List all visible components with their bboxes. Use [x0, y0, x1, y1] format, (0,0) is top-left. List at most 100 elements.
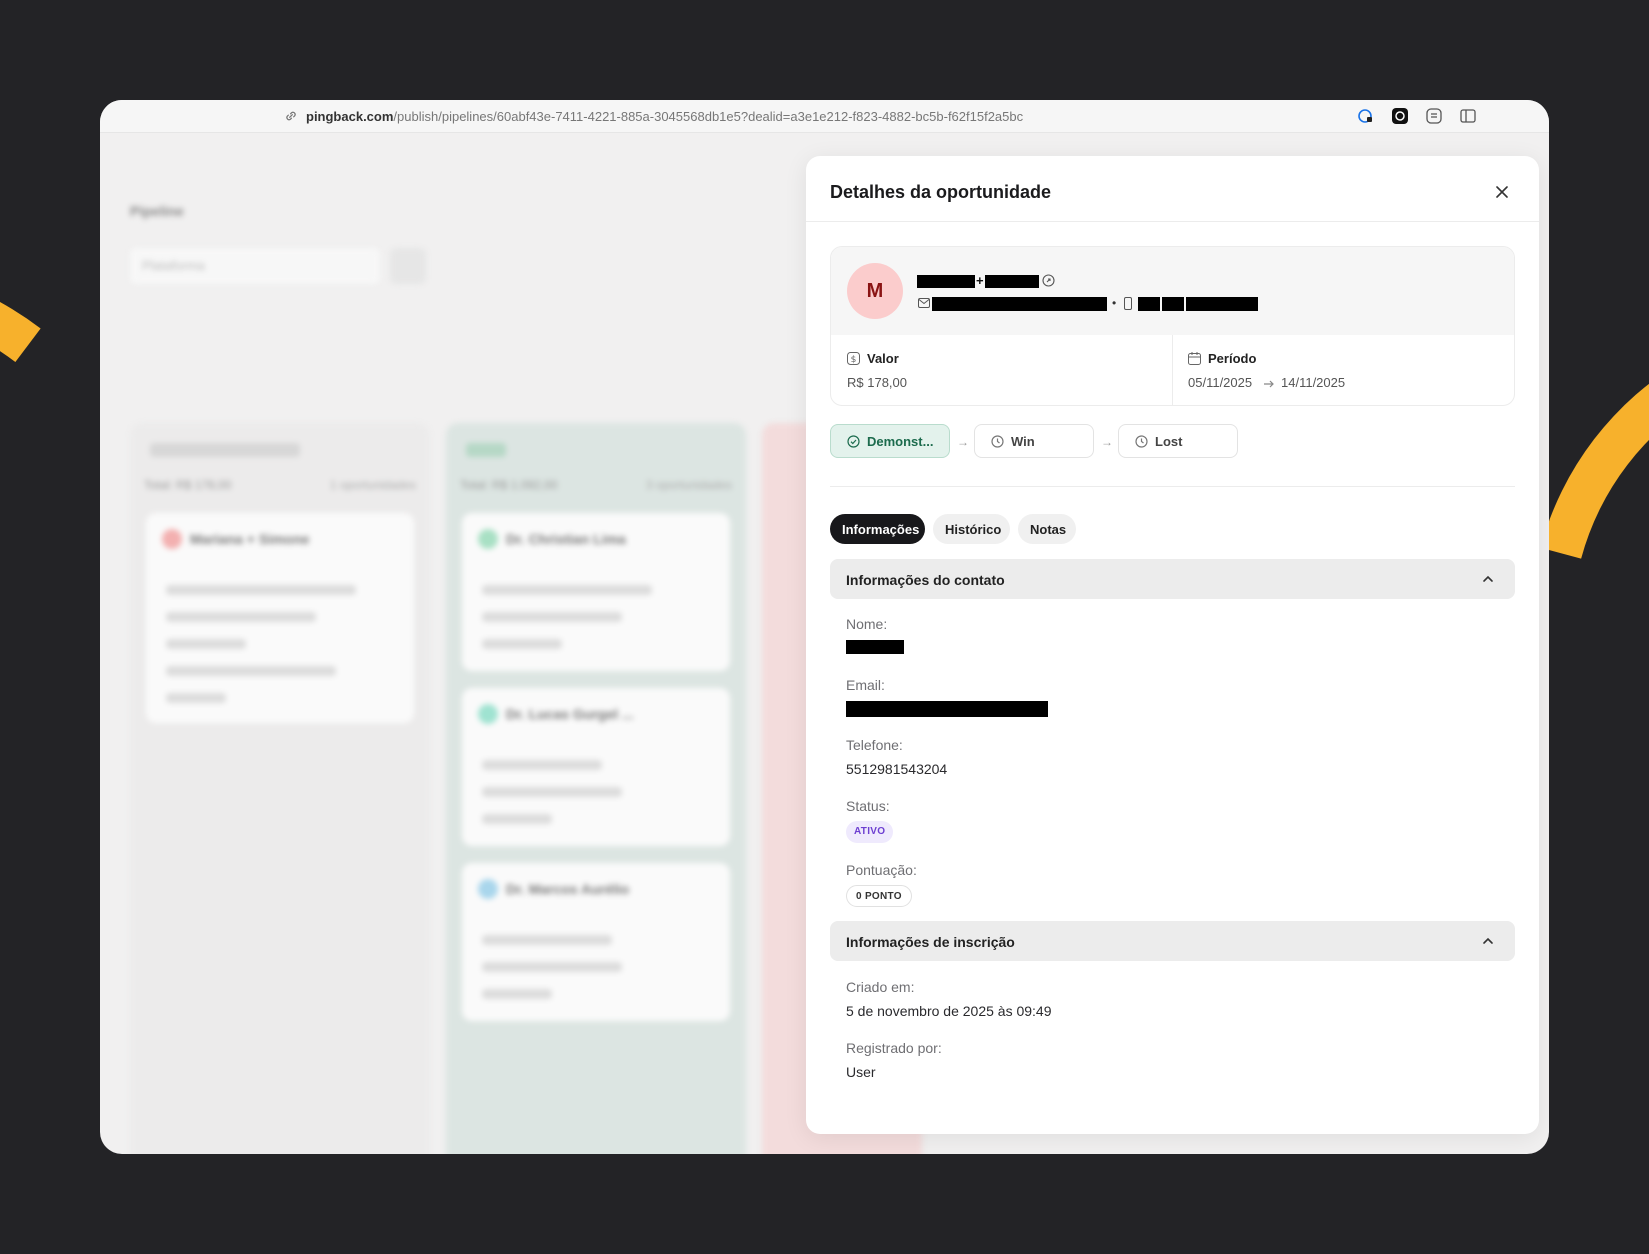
shield-lock-icon[interactable]: [1358, 108, 1374, 124]
criado-value: 5 de novembro de 2025 às 09:49: [846, 1003, 1052, 1019]
stage-win[interactable]: Win: [974, 424, 1094, 458]
section-contact-header[interactable]: Informações do contato: [830, 559, 1515, 599]
criado-label: Criado em:: [846, 979, 915, 995]
telefone-value: 5512981543204: [846, 761, 948, 777]
avatar: [478, 879, 498, 899]
valor-label: Valor: [867, 351, 899, 366]
deal-name: Dr. Christian Lima: [506, 531, 626, 547]
section-title: Informações do contato: [846, 572, 1005, 588]
kanban-column: Total: R$ 178,00 1 oportunidades Mariana…: [130, 423, 430, 1154]
card-line: [166, 639, 246, 649]
status-badge: ATIVO: [846, 821, 894, 843]
card-line: [482, 814, 552, 824]
address-bar[interactable]: pingback.com/publish/pipelines/60abf43e-…: [100, 100, 1549, 133]
card-line: [482, 935, 612, 945]
card-line: [482, 612, 622, 622]
tab-historico[interactable]: Histórico: [933, 514, 1010, 544]
stage-lost[interactable]: Lost: [1118, 424, 1238, 458]
deal-name: Mariana + Simone: [190, 531, 310, 547]
deal-name: Dr. Marcos Aurélio: [506, 881, 630, 897]
valor-value: R$ 178,00: [847, 375, 907, 390]
stage-label: Demonst...: [867, 434, 934, 449]
redacted-phone: [1162, 297, 1184, 311]
divider: [1172, 335, 1173, 405]
redacted-email: [932, 297, 1107, 311]
stage-label: Lost: [1155, 434, 1183, 449]
deal-name: Dr. Lucas Gurgel ...: [506, 706, 634, 722]
card-line: [166, 666, 336, 676]
brand-icon[interactable]: [1392, 108, 1408, 124]
close-icon: [1496, 186, 1508, 198]
column-count: 3 oportunidades: [645, 478, 732, 492]
menu-icon[interactable]: [1426, 108, 1442, 124]
section-inscricao-header[interactable]: Informações de inscrição: [830, 921, 1515, 961]
chevron-up-icon: [1483, 575, 1493, 582]
telefone-label: Telefone:: [846, 737, 903, 753]
panel-title: Detalhes da oportunidade: [830, 182, 1052, 202]
external-link-icon[interactable]: [1042, 274, 1055, 287]
registrado-label: Registrado por:: [846, 1040, 942, 1056]
deal-card[interactable]: Dr. Lucas Gurgel ...: [462, 688, 730, 846]
redacted-nome: [846, 640, 904, 654]
calendar-icon: [1188, 352, 1201, 365]
deal-card[interactable]: Dr. Christian Lima: [462, 513, 730, 671]
card-line: [482, 787, 622, 797]
column-header: [150, 443, 300, 457]
redacted-phone: [1186, 297, 1258, 311]
card-line: [482, 962, 622, 972]
redacted-name: [985, 275, 1039, 288]
contact-card: M + • $ Valor R$ 178,00 Período 05/11/20…: [830, 246, 1515, 406]
stage-label: Win: [1011, 434, 1035, 449]
clock-icon: [1135, 435, 1148, 448]
periodo-start: 05/11/2025: [1188, 375, 1253, 390]
deal-summary: $ Valor R$ 178,00 Período 05/11/2025 14/…: [831, 335, 1514, 405]
close-button[interactable]: [1490, 180, 1514, 204]
column-count: 1 oportunidades: [329, 478, 416, 492]
status-label: Status:: [846, 798, 890, 814]
avatar: [478, 529, 498, 549]
column-total: Total: R$ 1.092,00: [460, 478, 558, 492]
check-circle-icon: [847, 435, 860, 448]
periodo-label: Período: [1208, 351, 1257, 366]
deal-details-panel: Detalhes da oportunidade M + • $ Valor R…: [806, 156, 1539, 1134]
separator-dot: •: [1112, 296, 1117, 310]
arrow-right-icon: →: [957, 435, 969, 449]
card-line: [482, 989, 552, 999]
url-domain: pingback.com: [306, 109, 394, 124]
redacted-name: [917, 275, 975, 288]
link-icon: [286, 111, 296, 121]
tab-informacoes[interactable]: Informações: [830, 514, 925, 544]
kanban-column: Total: R$ 1.092,00 3 oportunidades Dr. C…: [446, 423, 746, 1154]
email-label: Email:: [846, 677, 885, 693]
arrow-right-icon: →: [1101, 435, 1113, 449]
deal-card[interactable]: Dr. Marcos Aurélio: [462, 863, 730, 1021]
phone-icon: [1124, 297, 1132, 310]
divider: [806, 221, 1539, 222]
plus-sign: +: [976, 273, 984, 288]
pontuacao-label: Pontuação:: [846, 862, 917, 878]
redacted-email: [846, 701, 1048, 717]
card-line: [482, 760, 602, 770]
url-path: /publish/pipelines/60abf43e-7411-4221-88…: [393, 109, 1024, 124]
deal-card[interactable]: Mariana + Simone: [146, 513, 414, 723]
redacted-phone: [1138, 297, 1160, 311]
filter-button[interactable]: [390, 248, 426, 284]
sidebar-icon[interactable]: [1460, 108, 1476, 124]
platform-filter-input[interactable]: Plataforma: [130, 248, 380, 284]
avatar: [162, 529, 182, 549]
svg-text:$: $: [851, 355, 857, 365]
browser-window: pingback.com/publish/pipelines/60abf43e-…: [100, 100, 1549, 1154]
pipeline-title: Pipeline: [130, 203, 184, 219]
registrado-value: User: [846, 1064, 876, 1080]
card-line: [166, 612, 316, 622]
divider: [830, 486, 1515, 487]
card-line: [482, 585, 652, 595]
stage-demonstracao[interactable]: Demonst...: [830, 424, 950, 458]
url-text[interactable]: pingback.com/publish/pipelines/60abf43e-…: [306, 109, 1023, 124]
card-line: [166, 693, 226, 703]
chevron-up-icon: [1483, 937, 1493, 944]
mail-icon: [918, 298, 930, 308]
column-total: Total: R$ 178,00: [144, 478, 232, 492]
dollar-icon: $: [847, 352, 860, 365]
tab-notas[interactable]: Notas: [1018, 514, 1076, 544]
